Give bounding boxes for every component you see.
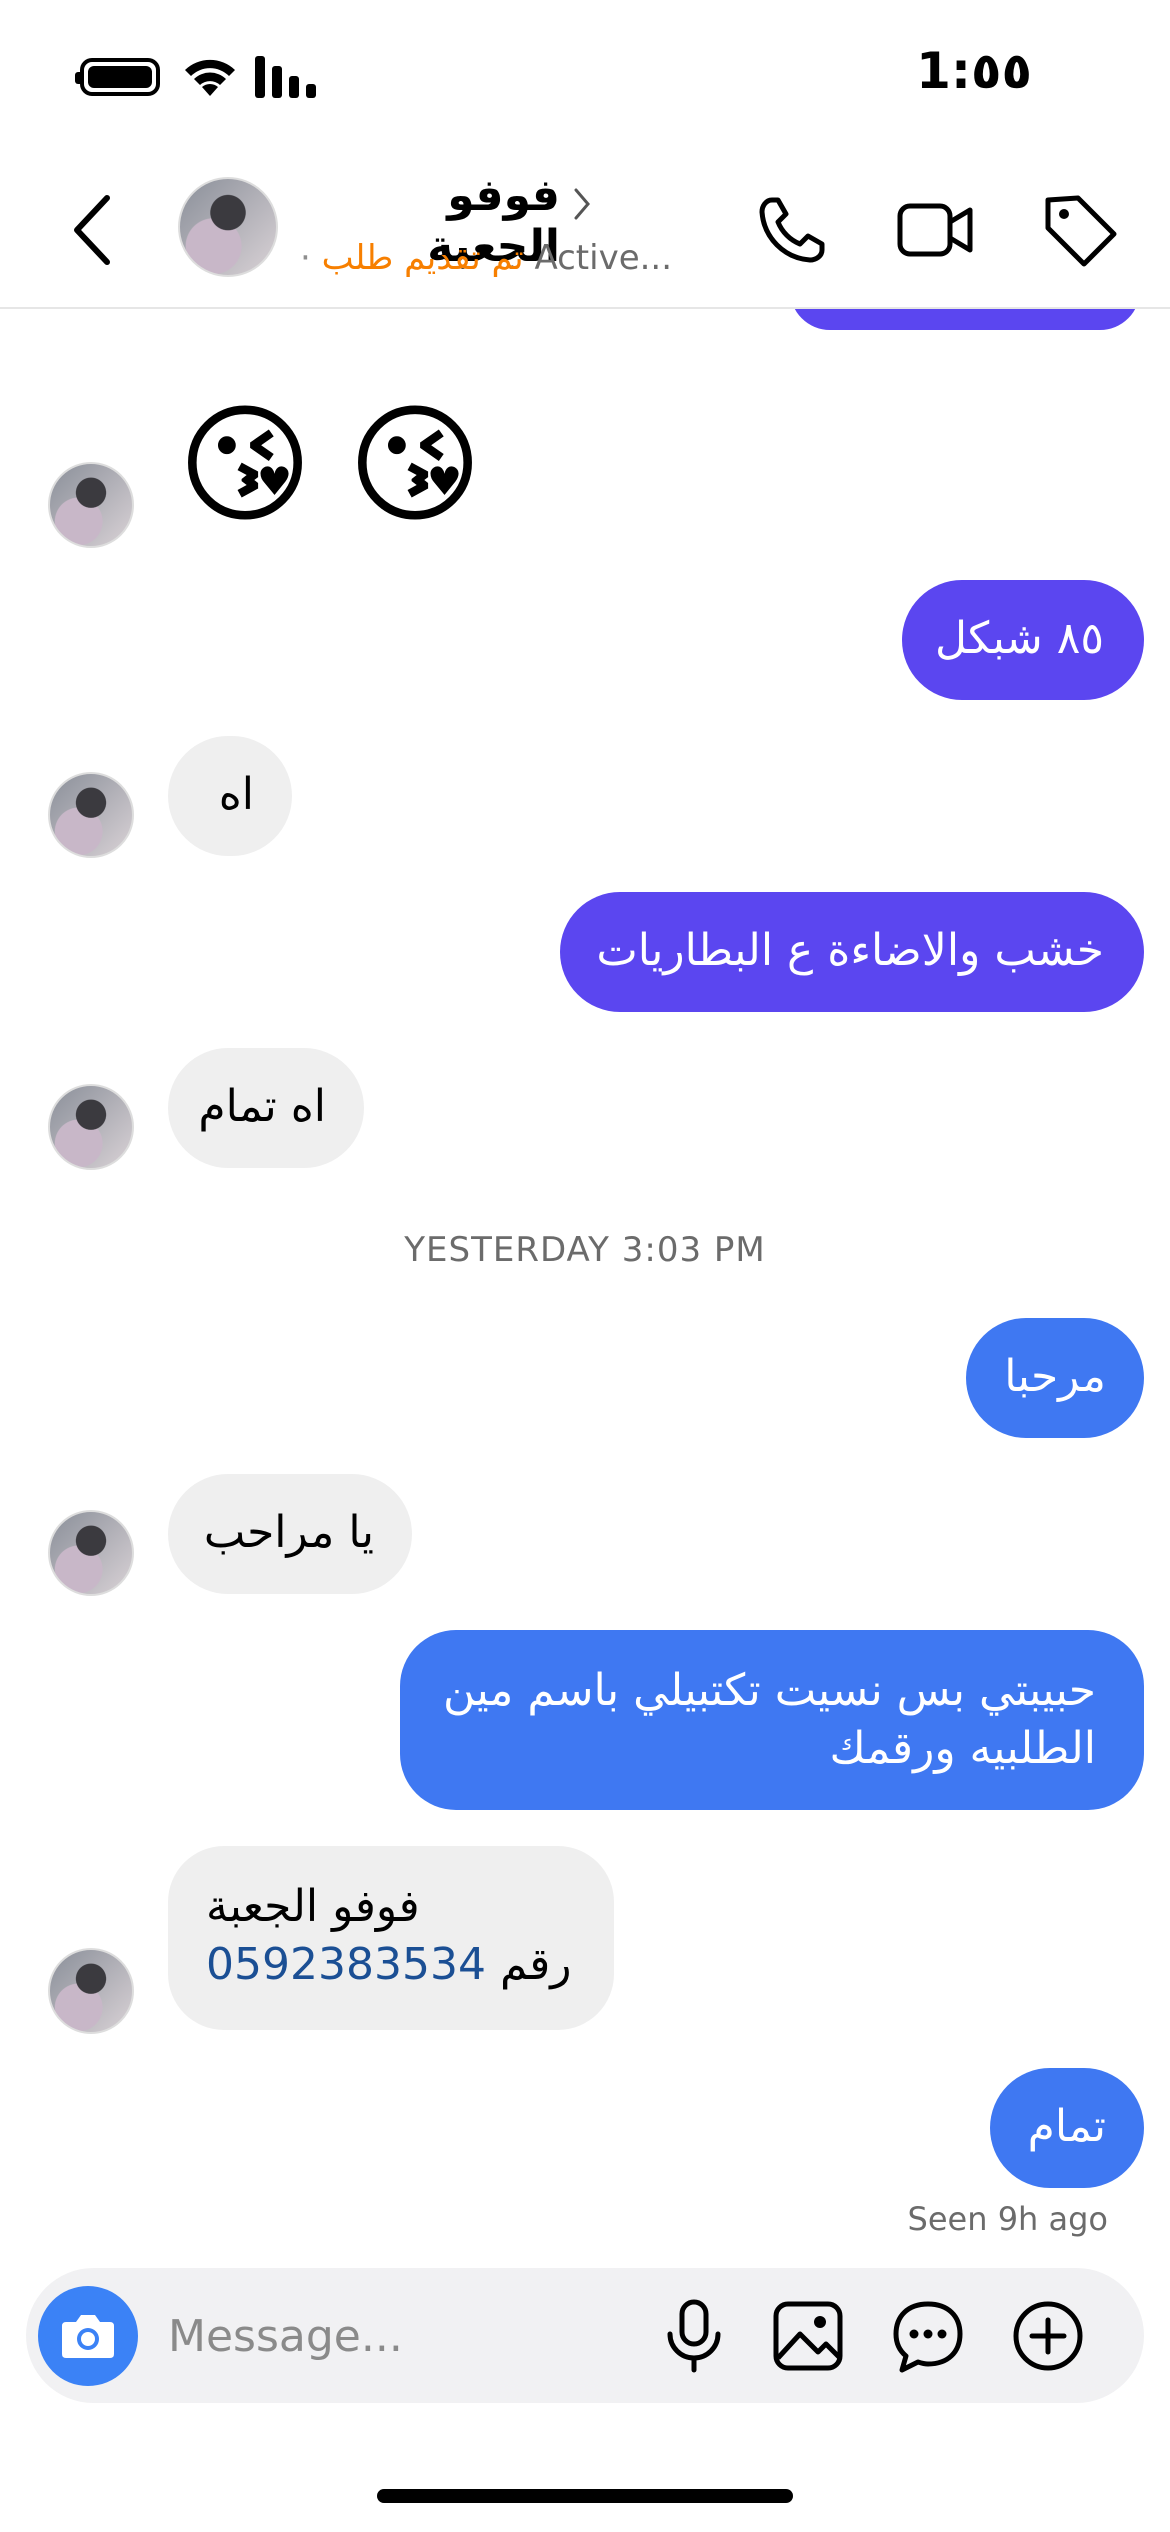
message-composer <box>26 2268 1144 2403</box>
battery-icon <box>75 58 160 96</box>
signal-icon <box>255 56 316 98</box>
active-status: Active... <box>534 238 673 278</box>
message-bubble[interactable]: يا مراحب <box>168 1474 412 1594</box>
status-separator: · <box>300 238 311 278</box>
message-bubble[interactable]: تمام <box>990 2068 1144 2188</box>
avatar[interactable] <box>48 772 134 858</box>
avatar[interactable] <box>48 1084 134 1170</box>
microphone-icon[interactable] <box>654 2296 734 2376</box>
contact-avatar[interactable] <box>178 177 278 277</box>
message-bubble[interactable]: خشب والاضاءة ع البطاريات <box>560 892 1144 1012</box>
timestamp-divider: YESTERDAY 3:03 PM <box>404 1230 766 1270</box>
status-bar: 1:٥٥ <box>0 0 1170 150</box>
seen-receipt: Seen 9h ago <box>907 2200 1108 2238</box>
phone-icon[interactable] <box>752 190 832 270</box>
home-indicator[interactable] <box>377 2489 793 2503</box>
message-bubble[interactable]: فوفو الجعبة 0592383534 رقم <box>168 1846 614 2030</box>
camera-icon <box>62 2315 114 2358</box>
kiss-emoji: 😘 <box>177 389 313 541</box>
avatar[interactable] <box>48 1948 134 2034</box>
video-camera-icon[interactable] <box>896 190 976 270</box>
kiss-emoji: 😘 <box>347 389 483 541</box>
camera-button[interactable] <box>38 2286 138 2386</box>
request-status: تم تقديم طلب <box>321 238 524 278</box>
message-bubble[interactable]: اه <box>168 736 292 856</box>
message-line: فوفو الجعبة <box>206 1881 420 1932</box>
message-bubble[interactable]: مرحبا <box>966 1318 1144 1438</box>
wifi-icon <box>185 59 235 96</box>
contact-status: · تم تقديم طلب Active... <box>300 238 672 278</box>
message-bubble[interactable]: حبيبتي بس نسيت تكتبيلي باسم مين الطلبيه … <box>400 1630 1144 1810</box>
back-chevron-icon[interactable] <box>62 190 122 270</box>
message-bubble[interactable]: ٨٥ شبكل <box>902 580 1144 700</box>
image-gallery-icon[interactable] <box>768 2296 848 2376</box>
avatar[interactable] <box>48 462 134 548</box>
tag-icon[interactable] <box>1040 190 1120 270</box>
message-word: رقم <box>499 1939 572 1990</box>
sticker-chat-icon[interactable] <box>888 2296 968 2376</box>
message-line: حبيبتي بس نسيت تكتبيلي باسم مين <box>443 1665 1096 1716</box>
message-line: الطلبيه ورقمك <box>829 1723 1096 1774</box>
message-bubble[interactable]: اه تمام <box>168 1048 364 1168</box>
avatar[interactable] <box>48 1510 134 1596</box>
chevron-right-icon[interactable] <box>572 184 592 224</box>
plus-circle-icon[interactable] <box>1008 2296 1088 2376</box>
clock: 1:٥٥ <box>916 42 1032 100</box>
message-input[interactable] <box>166 2300 630 2372</box>
phone-number-link[interactable]: 0592383534 <box>206 1939 486 1990</box>
chat-header: فوفو الجعبة · تم تقديم طلب Active... <box>0 150 1170 309</box>
message-line: 0592383534 رقم <box>206 1936 576 1994</box>
